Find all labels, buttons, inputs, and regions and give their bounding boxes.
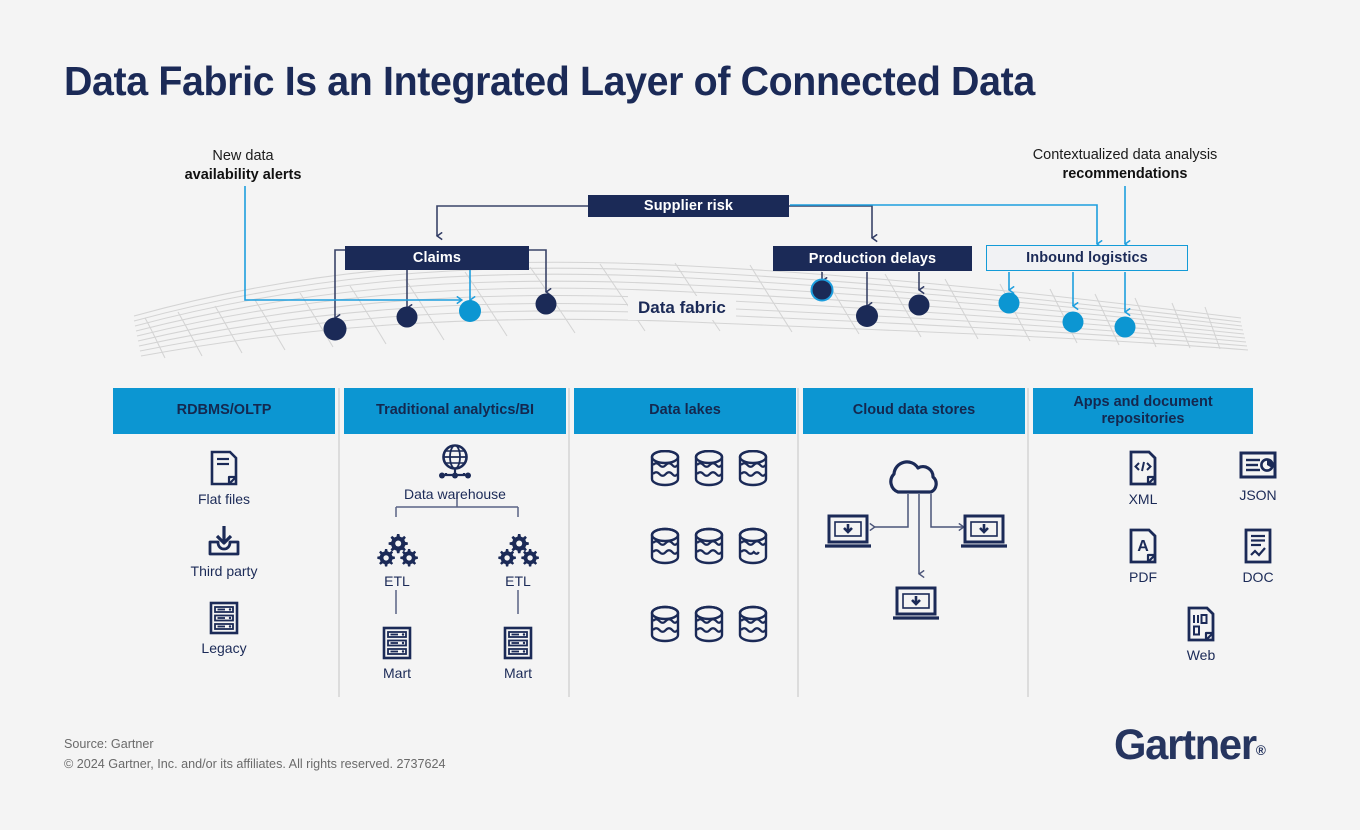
fabric-node: [459, 300, 481, 322]
item-label: JSON: [1239, 487, 1277, 503]
source-line: Source: Gartner: [64, 737, 154, 751]
globe-network-icon: [439, 444, 471, 479]
fabric-node: [396, 306, 418, 328]
column-header-data-lakes: Data lakes: [574, 388, 796, 434]
distribution-arrows: [869, 494, 965, 579]
cloud-icon: [889, 460, 938, 494]
item-label: PDF: [1129, 569, 1157, 585]
item-pdf[interactable]: A PDF: [1083, 528, 1203, 585]
fabric-node: [810, 278, 834, 302]
svg-text:A: A: [1137, 538, 1149, 555]
fabric-node: [856, 305, 878, 327]
item-json[interactable]: JSON: [1198, 450, 1318, 503]
data-lake-cylinder-icon: [738, 450, 768, 487]
data-fabric-label: Data fabric: [628, 296, 736, 320]
registered-trademark-icon: ®: [1255, 742, 1266, 758]
fabric-node: [535, 293, 557, 315]
column-apps-document-repositories: Apps and document repositories XML JSON …: [1033, 388, 1277, 700]
item-data-warehouse[interactable]: Data warehouse: [344, 443, 566, 502]
item-web[interactable]: Web: [1141, 606, 1261, 663]
column-header-cloud-data-stores: Cloud data stores: [803, 388, 1025, 434]
column-divider: [797, 388, 799, 697]
data-lake-cylinders: [650, 450, 768, 643]
fabric-node: [998, 292, 1020, 314]
gears-icon: [498, 534, 539, 567]
column-divider: [1027, 388, 1029, 697]
box-supplier-risk[interactable]: Supplier risk: [588, 195, 789, 217]
column-data-lakes: Data lakes: [574, 388, 796, 700]
column-header-apps-document-repositories: Apps and document repositories: [1033, 388, 1253, 434]
server-rack-icon: [503, 626, 533, 660]
item-label: XML: [1128, 491, 1158, 507]
item-xml[interactable]: XML: [1083, 450, 1203, 507]
box-production-delays[interactable]: Production delays: [773, 246, 972, 271]
item-doc[interactable]: DOC: [1198, 528, 1318, 585]
infographic-canvas: Data Fabric Is an Integrated Layer of Co…: [0, 0, 1360, 830]
box-inbound-logistics[interactable]: Inbound logistics: [986, 245, 1188, 271]
doc-file-icon: [1244, 528, 1272, 564]
column-header-traditional-analytics-bi: Traditional analytics/BI: [344, 388, 566, 434]
laptop-download-icon: [825, 514, 871, 548]
item-label: DOC: [1242, 569, 1274, 585]
item-label: Data warehouse: [404, 486, 506, 502]
item-label: Flat files: [197, 491, 251, 507]
fabric-node: [1062, 311, 1084, 333]
web-file-icon: [1187, 606, 1215, 642]
column-header-rdbms-oltp: RDBMS/OLTP: [113, 388, 335, 434]
laptop-download-icon: [893, 586, 939, 620]
gartner-logo-text: Gartner: [1114, 721, 1257, 769]
fabric-node: [908, 294, 930, 316]
column-cloud-data-stores: Cloud data stores: [803, 388, 1025, 700]
box-claims[interactable]: Claims: [345, 246, 529, 270]
xml-file-icon: [1129, 450, 1157, 486]
item-flat-files[interactable]: Flat files: [113, 450, 335, 507]
inbox-download-icon: [208, 526, 240, 556]
fabric-node: [1114, 316, 1136, 338]
gartner-logo: Gartner®: [1114, 721, 1266, 770]
fabric-node: [323, 317, 347, 341]
server-rack-icon: [209, 601, 239, 635]
source-systems-panel: RDBMS/OLTP Flat files Third party Legacy…: [113, 388, 1277, 700]
pdf-file-icon: A: [1129, 528, 1157, 564]
item-label: Web: [1186, 647, 1216, 663]
cloud-distribution-diagram: [825, 460, 1007, 620]
footer-source-block: Source: Gartner © 2024 Gartner, Inc. and…: [64, 735, 445, 774]
copyright-line: © 2024 Gartner, Inc. and/or its affiliat…: [64, 756, 446, 771]
data-lake-grid: [650, 450, 768, 643]
laptop-download-icon: [961, 514, 1007, 548]
document-icon: [210, 450, 238, 486]
column-traditional-analytics-bi: Traditional analytics/BI Data warehouse …: [344, 388, 566, 700]
json-report-icon: [1239, 451, 1277, 479]
